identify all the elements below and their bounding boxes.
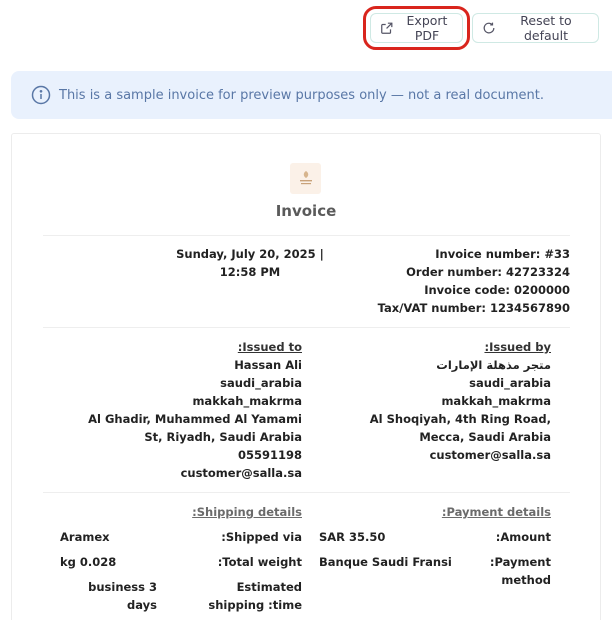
- preview-notice-text: This is a sample invoice for preview pur…: [59, 87, 544, 103]
- preview-notice: This is a sample invoice for preview pur…: [11, 71, 612, 119]
- estimated-time-value: business 3 days: [88, 580, 157, 612]
- issued-by-country: saudi_arabia: [469, 376, 551, 390]
- invoice-code: Invoice code: 0200000: [424, 283, 570, 297]
- invoice-title: Invoice: [275, 202, 337, 220]
- payment-method-label: :Payment method: [489, 555, 551, 587]
- issued-by-block: :Issued by متجر مذهلة الإمارات saudi_ara…: [322, 338, 551, 464]
- divider: [43, 327, 570, 328]
- shipped-via-value: Aramex: [60, 530, 110, 544]
- export-pdf-label: Export PDF: [406, 13, 448, 43]
- issued-to-address: Al Ghadir, Muhammed Al Yamami St, Riyadh…: [88, 412, 302, 444]
- issued-to-email: customer@salla.sa: [180, 466, 302, 480]
- export-icon: [381, 22, 393, 34]
- payment-details-heading: :Payment details: [441, 505, 551, 519]
- divider: [43, 235, 570, 236]
- amount-label: :Amount: [495, 530, 551, 544]
- total-weight-label: :Total weight: [217, 555, 302, 569]
- info-icon: [31, 85, 51, 105]
- refresh-icon: [483, 22, 495, 34]
- issued-by-email: customer@salla.sa: [429, 448, 551, 462]
- invoice-card: Invoice Invoice number: #33 Order number…: [11, 133, 601, 620]
- total-weight-value: kg 0.028: [60, 555, 117, 569]
- shipping-details-heading: :Shipping details: [192, 505, 302, 519]
- reset-to-default-button[interactable]: Reset to default: [472, 13, 599, 43]
- shipped-via-label: :Shipped via: [221, 530, 302, 544]
- issued-to-heading: :Issued to: [237, 340, 302, 354]
- divider: [43, 492, 570, 493]
- tax-number: Tax/VAT number: 1234567890: [377, 301, 570, 315]
- issued-to-block: :Issued to Hassan Ali saudi_arabia makka…: [72, 338, 302, 482]
- toolbar: Export PDF Reset to default: [363, 6, 599, 50]
- store-logo: [290, 163, 321, 194]
- amount-value: SAR 35.50: [319, 530, 386, 544]
- issued-to-phone: 05591198: [237, 448, 302, 462]
- issued-by-city: makkah_makrma: [441, 394, 551, 408]
- issued-by-address: Al Shoqiyah, 4th Ring Road, Mecca, Saudi…: [369, 412, 551, 444]
- issued-by-heading: :Issued by: [484, 340, 551, 354]
- invoice-meta: Invoice number: #33 Order number: 427233…: [357, 245, 570, 317]
- payment-method-value: Banque Saudi Fransi: [319, 555, 452, 569]
- estimated-time-label: Estimated shipping :time: [208, 580, 302, 612]
- issued-by-name: متجر مذهلة الإمارات: [436, 358, 551, 372]
- order-number: Order number: 42723324: [406, 265, 570, 279]
- store-logo-icon: [299, 170, 312, 184]
- issued-to-city: makkah_makrma: [192, 394, 302, 408]
- issued-to-name: Hassan Ali: [234, 358, 302, 372]
- invoice-number: Invoice number: #33: [435, 247, 570, 261]
- reset-to-default-label: Reset to default: [520, 13, 572, 43]
- invoice-date: Sunday, July 20, 2025 | 12:58 PM: [176, 247, 324, 279]
- export-pdf-button[interactable]: Export PDF: [363, 6, 470, 50]
- issued-to-country: saudi_arabia: [220, 376, 302, 390]
